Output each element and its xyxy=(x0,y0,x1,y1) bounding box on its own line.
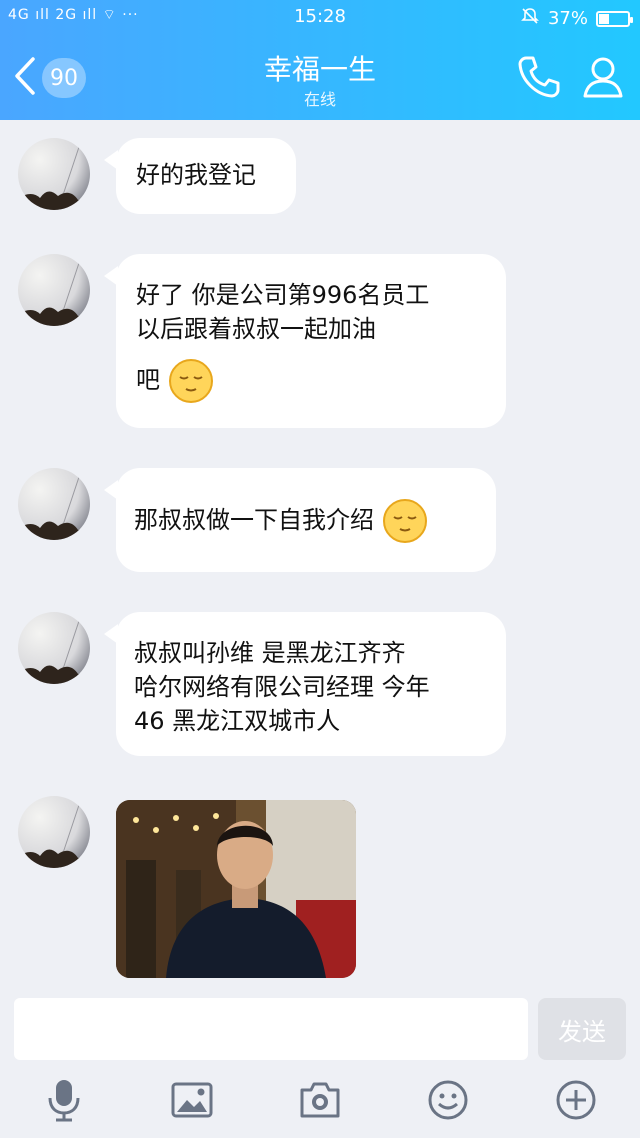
portrait-photo[interactable] xyxy=(116,800,356,978)
camera-button[interactable] xyxy=(298,1078,342,1122)
contact-avatar[interactable] xyxy=(18,612,90,684)
image-button[interactable] xyxy=(170,1078,214,1122)
status-bar: 4G ıll 2G ıll ⌔ ··· 15:28 37% xyxy=(0,0,640,34)
message-bubble[interactable]: 那叔叔做一下自我介绍 xyxy=(104,468,496,572)
mute-bell-icon xyxy=(520,6,540,31)
message-text: 好的我登记 xyxy=(136,161,256,189)
contact-avatar[interactable] xyxy=(18,796,90,868)
message-bubble[interactable]: 好了 你是公司第996名员工 以后跟着叔叔一起加油 吧 xyxy=(104,254,506,428)
message-text: 以后跟着叔叔一起加油 xyxy=(136,315,376,343)
smile-emoji-icon xyxy=(382,499,427,543)
voice-button[interactable] xyxy=(42,1078,86,1122)
plus-icon xyxy=(556,1080,596,1120)
microphone-icon xyxy=(48,1080,80,1122)
input-bar: 发送 xyxy=(0,988,640,1138)
top-bar: 4G ıll 2G ıll ⌔ ··· 15:28 37% 90 幸福一生 在线 xyxy=(0,0,640,120)
message-text: 那叔叔做一下自我介绍 xyxy=(134,506,374,534)
message-text: 好了 你是公司第996名员工 xyxy=(136,281,430,309)
person-icon xyxy=(583,57,623,98)
contact-avatar[interactable] xyxy=(18,468,90,540)
message-input[interactable] xyxy=(14,998,528,1060)
message-bubble[interactable]: 好的我登记 xyxy=(104,138,296,214)
status-right: 37% xyxy=(520,6,633,31)
message-text: 叔叔叫孙维 是黑龙江齐齐 xyxy=(134,639,406,667)
message-bubble[interactable]: 叔叔叫孙维 是黑龙江齐齐 哈尔网络有限公司经理 今年 46 黑龙江双城市人 xyxy=(104,612,506,756)
phone-icon xyxy=(518,56,560,98)
camera-icon xyxy=(300,1082,340,1118)
message-text: 哈尔网络有限公司经理 今年 xyxy=(134,673,430,701)
send-button[interactable]: 发送 xyxy=(538,998,626,1060)
phone-call-button[interactable] xyxy=(514,52,564,102)
image-icon xyxy=(171,1082,213,1118)
contact-avatar[interactable] xyxy=(18,138,90,210)
chat-header: 90 幸福一生 在线 xyxy=(0,34,640,120)
more-button[interactable] xyxy=(554,1078,598,1122)
emoji-icon xyxy=(428,1080,468,1120)
smile-emoji-icon xyxy=(168,359,213,403)
battery-percent: 37% xyxy=(547,8,588,29)
contact-profile-button[interactable] xyxy=(578,52,628,102)
message-text: 吧 xyxy=(136,366,160,394)
emoji-button[interactable] xyxy=(426,1078,470,1122)
message-text: 46 黑龙江双城市人 xyxy=(134,707,341,735)
battery-icon xyxy=(596,10,633,27)
contact-avatar[interactable] xyxy=(18,254,90,326)
